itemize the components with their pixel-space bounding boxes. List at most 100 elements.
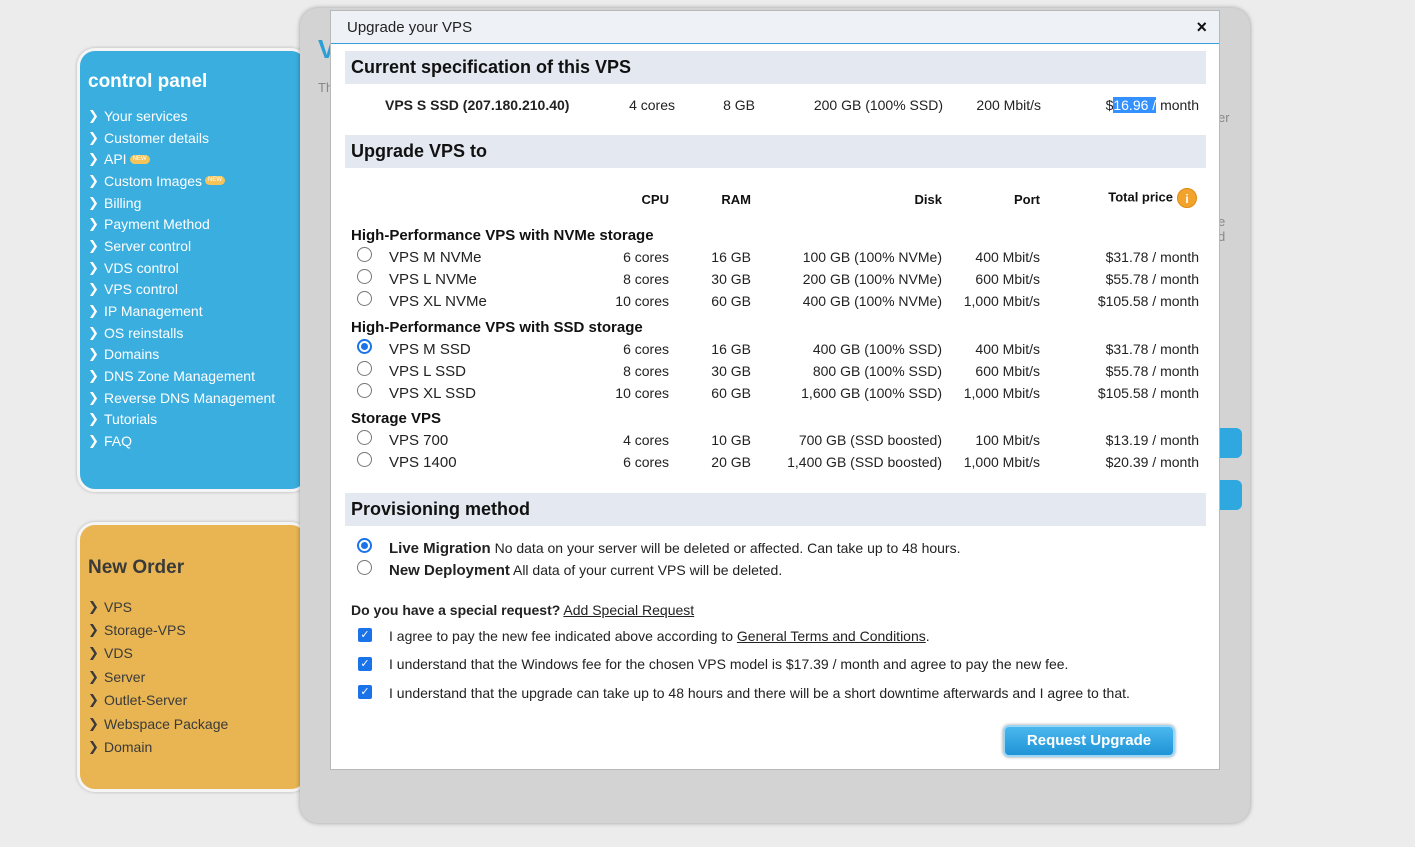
control-panel-item-label: Tutorials [104, 411, 158, 428]
upgrade-option-name[interactable]: VPS L SSD [389, 363, 466, 380]
upgrade-option-name[interactable]: VPS M SSD [389, 341, 471, 358]
provisioning-radio[interactable] [357, 560, 372, 575]
upgrade-option-ram: 16 GB [711, 249, 751, 265]
upgrade-option-ram: 30 GB [711, 363, 751, 379]
add-special-request-link[interactable]: Add Special Request [563, 602, 694, 618]
provisioning-option-label[interactable]: New Deployment All data of your current … [389, 562, 782, 579]
current-price-selected: 16.96 / [1113, 97, 1157, 113]
agree-downtime-checkbox[interactable]: ✓ [358, 685, 372, 699]
upgrade-option-name[interactable]: VPS XL SSD [389, 385, 476, 402]
agree-terms-text: I agree to pay the new fee indicated abo… [389, 628, 737, 644]
general-terms-link[interactable]: General Terms and Conditions [737, 628, 926, 644]
upgrade-option-radio[interactable] [357, 269, 372, 284]
chevron-right-icon: ❯ [88, 324, 99, 340]
col-header-cpu: CPU [641, 192, 669, 207]
control-panel-item-label: Payment Method [104, 216, 210, 233]
control-panel-item[interactable]: ❯ Billing [88, 192, 298, 214]
upgrade-option-port: 400 Mbit/s [975, 341, 1040, 357]
chevron-right-icon: ❯ [88, 129, 99, 145]
control-panel-item-label: DNS Zone Management [104, 368, 255, 385]
upgrade-option-name[interactable]: VPS 700 [389, 432, 448, 449]
provisioning-radio[interactable] [357, 538, 372, 553]
control-panel-item[interactable]: ❯ Reverse DNS Management [88, 387, 298, 409]
current-cpu: 4 cores [629, 97, 675, 113]
provisioning-option-title: New Deployment [389, 562, 510, 579]
control-panel-item[interactable]: ❯ VDS control [88, 257, 298, 279]
upgrade-option-disk: 1,400 GB (SSD boosted) [787, 454, 942, 470]
chevron-right-icon: ❯ [88, 368, 99, 384]
new-order-item[interactable]: ❯ Server [88, 665, 298, 688]
control-panel-item[interactable]: ❯ Domains [88, 344, 298, 366]
control-panel-item[interactable]: ❯ Customer details [88, 127, 298, 149]
upgrade-option-disk: 400 GB (100% SSD) [812, 341, 942, 357]
new-order-item[interactable]: ❯ Webspace Package [88, 712, 298, 735]
upgrade-option-radio[interactable] [357, 452, 372, 467]
upgrade-option-price: $55.78 / month [1105, 271, 1199, 287]
control-panel-item-label: VPS control [104, 281, 178, 298]
new-order-item-label: VDS [104, 645, 133, 662]
upgrade-option-radio[interactable] [357, 291, 372, 306]
agree-terms-period: . [925, 628, 930, 644]
provisioning-option-label[interactable]: Live Migration No data on your server wi… [389, 540, 961, 557]
upgrade-option-radio[interactable] [357, 430, 372, 445]
control-panel-item[interactable]: ❯ Custom Images NEW [88, 170, 298, 192]
control-panel-item[interactable]: ❯ VPS control [88, 279, 298, 301]
control-panel-item[interactable]: ❯ Your services [88, 105, 298, 127]
new-order-item[interactable]: ❯ VDS [88, 642, 298, 665]
chevron-right-icon: ❯ [88, 281, 99, 297]
upgrade-option-radio[interactable] [357, 361, 372, 376]
control-panel-item[interactable]: ❯ IP Management [88, 300, 298, 322]
request-upgrade-button[interactable]: Request Upgrade [1003, 725, 1175, 757]
upgrade-option-disk: 1,600 GB (100% SSD) [801, 385, 942, 401]
control-panel-item-label: Billing [104, 194, 142, 211]
new-order-item-label: Domain [104, 739, 153, 756]
upgrade-option-disk: 800 GB (100% SSD) [812, 363, 942, 379]
upgrade-option-name[interactable]: VPS 1400 [389, 454, 457, 471]
col-header-price-label: Total price [1108, 189, 1173, 205]
new-badge-icon: NEW [205, 176, 226, 186]
upgrade-option-port: 600 Mbit/s [975, 363, 1040, 379]
upgrade-option-radio[interactable] [357, 339, 372, 354]
control-panel-item[interactable]: ❯ API NEW [88, 148, 298, 170]
control-panel-item[interactable]: ❯ Server control [88, 235, 298, 257]
new-order-item-label: VPS [104, 598, 133, 615]
upgrade-option-radio[interactable] [357, 247, 372, 262]
close-icon[interactable]: × [1196, 17, 1207, 38]
current-price-suffix: month [1156, 97, 1199, 113]
provisioning-option-title: Live Migration [389, 540, 491, 557]
col-header-port: Port [1014, 192, 1040, 207]
current-ram: 8 GB [723, 97, 755, 113]
chevron-right-icon: ❯ [88, 259, 99, 275]
special-request-row: Do you have a special request? Add Speci… [351, 602, 694, 618]
new-order-item[interactable]: ❯ Outlet-Server [88, 689, 298, 712]
agree-windows-fee-checkbox[interactable]: ✓ [358, 657, 372, 671]
control-panel-item[interactable]: ❯ FAQ [88, 430, 298, 452]
chevron-right-icon: ❯ [88, 194, 99, 210]
current-spec-heading: Current specification of this VPS [345, 51, 1206, 84]
new-order-item[interactable]: ❯ Storage-VPS [88, 618, 298, 641]
control-panel-item-label: Server control [104, 237, 192, 254]
control-panel-item[interactable]: ❯ Payment Method [88, 213, 298, 235]
upgrade-option-name[interactable]: VPS XL NVMe [389, 293, 487, 310]
chevron-right-icon: ❯ [88, 692, 99, 708]
upgrade-vps-modal: Upgrade your VPS × Current specification… [330, 10, 1220, 770]
upgrade-option-price: $105.58 / month [1097, 385, 1199, 401]
control-panel-item[interactable]: ❯ Tutorials [88, 409, 298, 431]
new-order-item[interactable]: ❯ VPS [88, 595, 298, 618]
new-order-title: New Order [88, 557, 185, 578]
upgrade-option-cpu: 6 cores [623, 341, 669, 357]
control-panel-item[interactable]: ❯ DNS Zone Management [88, 365, 298, 387]
upgrade-option-name[interactable]: VPS M NVMe [389, 249, 482, 266]
agree-downtime-label: I understand that the upgrade can take u… [389, 685, 1130, 701]
control-panel-item-label: OS reinstalls [104, 324, 184, 341]
chevron-right-icon: ❯ [88, 237, 99, 253]
new-order-item[interactable]: ❯ Domain [88, 735, 298, 758]
upgrade-option-name[interactable]: VPS L NVMe [389, 271, 477, 288]
upgrade-option-radio[interactable] [357, 383, 372, 398]
chevron-right-icon: ❯ [88, 668, 99, 684]
upgrade-option-ram: 20 GB [711, 454, 751, 470]
info-icon[interactable]: i [1177, 188, 1197, 208]
new-order-item-label: Webspace Package [104, 715, 229, 732]
agree-terms-checkbox[interactable]: ✓ [358, 628, 372, 642]
control-panel-item[interactable]: ❯ OS reinstalls [88, 322, 298, 344]
